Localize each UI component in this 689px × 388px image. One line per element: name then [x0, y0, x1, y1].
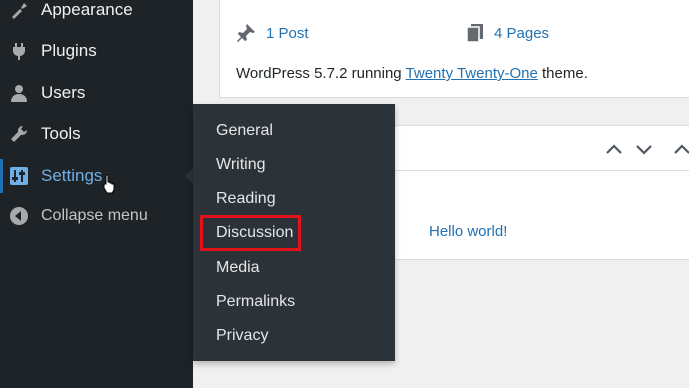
wp-suffix-text: theme. [537, 65, 588, 82]
submenu-item-general[interactable]: General [216, 119, 273, 143]
submenu-item-writing[interactable]: Writing [216, 153, 266, 177]
pages-count-label: 4 Pages [494, 24, 550, 42]
pages-count-link[interactable]: 4 Pages [466, 23, 549, 43]
sidebar-item-appearance[interactable]: Appearance [0, 0, 193, 29]
collapse-icon [8, 205, 30, 227]
sidebar-item-tools[interactable]: Tools [0, 115, 193, 153]
toggle-panel-icon[interactable] [671, 138, 689, 160]
posts-count-link[interactable]: 1 Post [236, 23, 309, 43]
sidebar-item-label: Appearance [41, 0, 133, 19]
collapse-menu-button[interactable]: Collapse menu [0, 197, 193, 235]
tools-icon [8, 123, 30, 145]
wordpress-version-line: WordPress 5.7.2 running Twenty Twenty-On… [236, 65, 588, 82]
discussion-highlight-box [200, 215, 301, 251]
post-link-hello-world[interactable]: Hello world! [429, 223, 507, 240]
plugins-icon [8, 40, 30, 62]
posts-count-label: 1 Post [266, 24, 309, 42]
pushpin-icon [236, 23, 256, 43]
submenu-item-media[interactable]: Media [216, 256, 260, 280]
users-icon [8, 82, 30, 104]
admin-sidebar: Appearance Plugins Users Tools Settings … [0, 0, 193, 388]
chevron-up-icon[interactable] [603, 138, 625, 160]
settings-icon [8, 165, 30, 187]
sidebar-item-label: Users [41, 83, 86, 102]
pages-icon [466, 23, 484, 43]
at-a-glance-card: 1 Post 4 Pages WordPress 5.7.2 running T… [219, 0, 689, 98]
sidebar-item-users[interactable]: Users [0, 74, 193, 112]
submenu-item-privacy[interactable]: Privacy [216, 324, 268, 348]
submenu-item-permalinks[interactable]: Permalinks [216, 290, 295, 314]
appearance-icon [8, 0, 30, 21]
wp-admin-screen: Appearance Plugins Users Tools Settings … [0, 0, 689, 388]
mouse-cursor-icon [103, 174, 115, 194]
submenu-item-reading[interactable]: Reading [216, 187, 276, 211]
sidebar-item-label: Tools [41, 124, 81, 143]
sidebar-item-plugins[interactable]: Plugins [0, 32, 193, 70]
wp-version-text: WordPress 5.7.2 running [236, 65, 406, 82]
sidebar-item-label: Collapse menu [41, 207, 148, 224]
sidebar-item-label: Plugins [41, 41, 97, 60]
chevron-down-icon[interactable] [633, 138, 655, 160]
sidebar-item-settings[interactable]: Settings [0, 157, 193, 195]
theme-link[interactable]: Twenty Twenty-One [406, 65, 538, 82]
sidebar-item-label: Settings [41, 166, 103, 185]
